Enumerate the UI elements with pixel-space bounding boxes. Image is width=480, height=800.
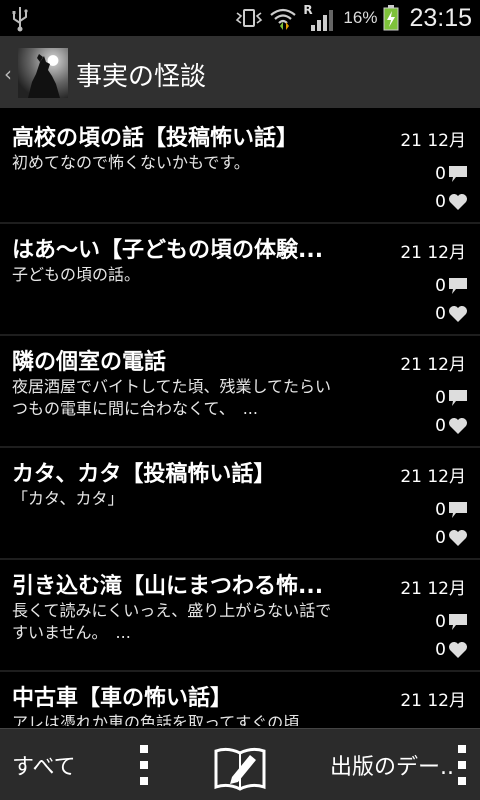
post-snippet: 子どもの頃の話。 [12,265,141,284]
like-count: 0 [435,640,468,660]
wifi-icon [270,8,297,30]
heart-icon [449,194,467,210]
usb-icon [12,7,28,32]
comment-icon [449,166,467,182]
battery-percent: 16% [343,8,378,27]
like-count: 0 [435,416,468,436]
comment-count: 0 [435,164,468,184]
post-title: 高校の頃の話【投稿怖い話】 [12,126,299,151]
post-date: 21 12月 [400,691,466,711]
list-item[interactable]: 高校の頃の話【投稿怖い話】 21 12月 初めてなので怖くないかもです。 0 0 [0,112,480,224]
comment-icon [449,502,467,518]
post-title: 引き込む滝【山にまつわる怖... [12,574,324,599]
post-date: 21 12月 [400,579,466,599]
post-title: カタ、カタ【投稿怖い話】 [12,462,276,487]
all-filter-button[interactable]: すべて [12,749,76,781]
like-count: 0 [435,528,468,548]
heart-icon [449,642,467,658]
comment-count: 0 [435,724,468,726]
up-caret-icon[interactable]: ‹ [4,62,12,86]
list-item[interactable]: はあ～い【子どもの頃の体験... 21 12月 子どもの頃の話。 0 0 [0,224,480,336]
comment-count-value: 0 [435,276,446,296]
list-item[interactable]: 隣の個室の電話 21 12月 夜居酒屋でバイトしてた頃、残業してたらい つもの電… [0,336,480,448]
comment-icon [449,390,467,406]
heart-icon [449,418,467,434]
status-bar: R 16% 23:15 [0,0,480,36]
comment-count-value: 0 [435,164,446,184]
comment-count-value: 0 [435,612,446,632]
comment-count: 0 [435,500,468,520]
comment-count: 0 [435,612,468,632]
compose-icon[interactable] [214,741,266,791]
comment-count-value: 0 [435,500,446,520]
overflow-menu-icon[interactable] [140,745,148,785]
heart-icon [449,306,467,322]
like-count: 0 [435,304,468,324]
comment-count: 0 [435,276,468,296]
clock: 23:15 [409,3,472,32]
like-count-value: 0 [435,416,446,436]
page-title: 事実の怪談 [76,62,207,92]
post-date: 21 12月 [400,131,466,151]
post-list[interactable]: 高校の頃の話【投稿怖い話】 21 12月 初めてなので怖くないかもです。 0 0… [0,112,480,726]
comment-count-value: 0 [435,724,446,726]
post-snippet: アレは憑れか車の色話を取ってすぐの頃 [12,713,300,726]
like-count-value: 0 [435,304,446,324]
post-title: はあ～い【子どもの頃の体験... [12,238,324,263]
list-item[interactable]: カタ、カタ【投稿怖い話】 21 12月 「カタ、カタ」 0 0 [0,448,480,560]
bottom-action-bar: すべて 出版のデー.. [0,728,480,800]
post-title: 隣の個室の電話 [12,350,167,375]
comment-count-value: 0 [435,388,446,408]
like-count-value: 0 [435,192,446,212]
heart-icon [449,530,467,546]
action-bar[interactable]: ‹ 事実の怪談 [0,36,480,108]
post-snippet: 夜居酒屋でバイトしてた頃、残業してたらい つもの電車に間に合わなくて、 ... [12,377,332,418]
wolf-app-icon[interactable] [18,48,68,98]
post-snippet: 「カタ、カタ」 [12,489,124,508]
like-count-value: 0 [435,640,446,660]
post-date: 21 12月 [400,467,466,487]
comment-count: 0 [435,388,468,408]
wolf-silhouette-icon [28,54,60,98]
overflow-menu-icon[interactable] [458,745,466,785]
like-count-value: 0 [435,528,446,548]
like-count: 0 [435,192,468,212]
post-title: 中古車【車の怖い話】 [12,686,233,711]
list-item[interactable]: 引き込む滝【山にまつわる怖... 21 12月 長くて読みにくいっえ、盛り上がら… [0,560,480,672]
post-date: 21 12月 [400,243,466,263]
comment-icon [448,725,468,726]
comment-icon [449,614,467,630]
post-snippet: 初めてなので怖くないかもです。 [12,153,250,172]
post-date: 21 12月 [400,355,466,375]
battery-charging-icon [383,5,399,31]
sort-by-publish-date-button[interactable]: 出版のデー.. [330,749,454,781]
signal-icon: R [303,3,337,31]
post-snippet: 長くて読みにくいっえ、盛り上がらない話で すいません。 ... [12,601,332,642]
comment-icon [449,278,467,294]
vibrate-icon [236,9,263,27]
list-item[interactable]: 中古車【車の怖い話】 21 12月 アレは憑れか車の色話を取ってすぐの頃 0 0 [0,672,480,726]
